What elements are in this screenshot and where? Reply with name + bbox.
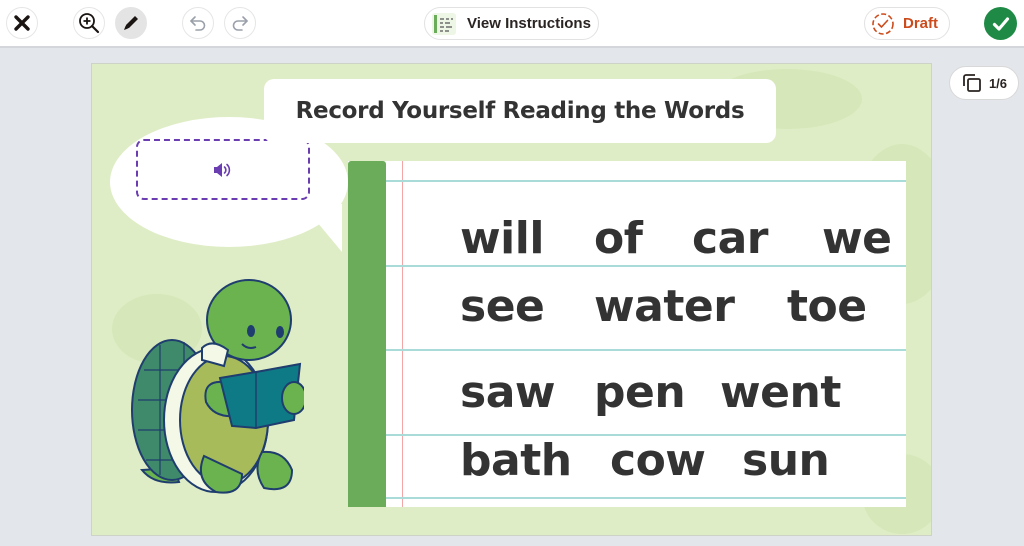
word: cow bbox=[610, 435, 706, 486]
close-icon bbox=[14, 15, 30, 31]
top-toolbar: View Instructions Draft bbox=[0, 0, 1024, 48]
word: bath bbox=[460, 435, 572, 486]
draft-label: Draft bbox=[903, 15, 939, 32]
zoom-in-icon bbox=[79, 13, 100, 34]
title-card: Record Yourself Reading the Words bbox=[264, 79, 776, 143]
notebook-margin-line bbox=[402, 161, 403, 507]
undo-button[interactable] bbox=[182, 7, 214, 39]
word: of bbox=[594, 213, 643, 264]
pages-icon bbox=[963, 74, 981, 92]
notebook-rule bbox=[386, 497, 906, 499]
zoom-in-button[interactable] bbox=[73, 7, 105, 39]
submit-button[interactable] bbox=[984, 7, 1017, 40]
notebook-rule bbox=[386, 265, 906, 267]
speech-bubble-tail bbox=[302, 204, 342, 252]
turtle-reading-illustration bbox=[131, 279, 304, 494]
draft-status-button[interactable]: Draft bbox=[864, 7, 950, 40]
word-row: saw pen went bbox=[460, 367, 841, 418]
pencil-icon bbox=[124, 16, 138, 30]
pen-button[interactable] bbox=[115, 7, 147, 39]
word: car bbox=[692, 213, 768, 264]
speaker-icon bbox=[214, 162, 231, 177]
word: will bbox=[460, 213, 544, 264]
redo-icon bbox=[232, 16, 248, 31]
audio-recording-box[interactable] bbox=[136, 139, 310, 200]
close-button[interactable] bbox=[6, 7, 38, 39]
notebook-rule bbox=[386, 180, 906, 182]
notebook-spine bbox=[348, 161, 386, 507]
word: toe bbox=[787, 281, 867, 332]
page-counter-label: 1/6 bbox=[988, 75, 1008, 91]
undo-icon bbox=[190, 16, 206, 31]
word-row: see water toe bbox=[460, 281, 867, 332]
view-instructions-button[interactable]: View Instructions bbox=[424, 7, 599, 40]
word: sun bbox=[742, 435, 830, 486]
word: water bbox=[594, 281, 735, 332]
word: pen bbox=[594, 367, 686, 418]
word: saw bbox=[460, 367, 556, 418]
activity-slide: Record Yourself Reading the Words will of… bbox=[91, 63, 932, 536]
instructions-thumbnail-icon bbox=[431, 12, 457, 36]
word: we bbox=[822, 213, 892, 264]
notebook-page: will of car we see water toe saw pen went bath c… bbox=[348, 161, 906, 507]
redo-button[interactable] bbox=[224, 7, 256, 39]
slide-title: Record Yourself Reading the Words bbox=[295, 98, 745, 124]
checkmark-icon bbox=[992, 16, 1009, 31]
word-row: bath cow sun bbox=[460, 435, 830, 486]
notebook-rule bbox=[386, 349, 906, 351]
word: went bbox=[720, 367, 841, 418]
page-counter-button[interactable]: 1/6 bbox=[949, 66, 1019, 100]
draft-check-icon bbox=[872, 12, 894, 35]
word: see bbox=[460, 281, 545, 332]
word-row: will of car we bbox=[460, 213, 892, 264]
view-instructions-label: View Instructions bbox=[467, 15, 591, 32]
